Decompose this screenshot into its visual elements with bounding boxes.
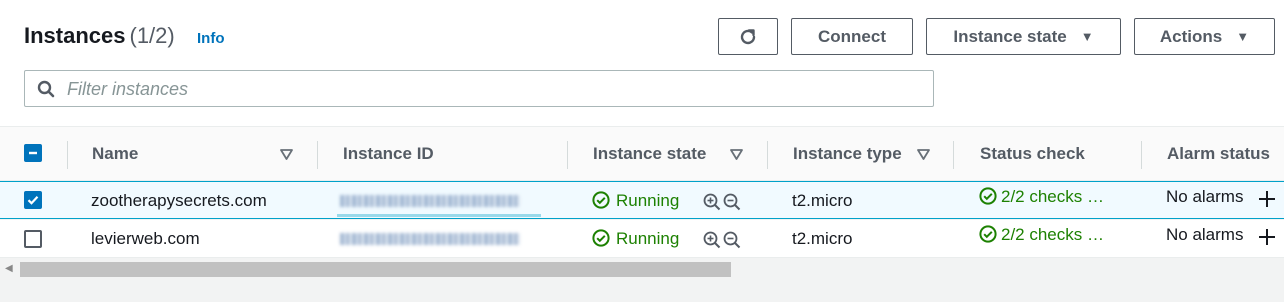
instance-type: t2.micro — [792, 191, 853, 210]
status-success-icon — [979, 187, 997, 205]
zoom-out-icon[interactable] — [723, 231, 741, 249]
caret-down-icon: ▼ — [1236, 29, 1250, 44]
instance-state: Running — [592, 191, 679, 211]
connect-label: Connect — [818, 26, 886, 46]
alarm-status: No alarms — [1166, 187, 1244, 206]
status-success-icon — [979, 225, 997, 243]
instance-id-underline — [337, 214, 541, 217]
status-check[interactable]: 2/2 checks … — [979, 225, 1104, 245]
column-header-instance-type[interactable]: Instance type — [793, 144, 902, 164]
refresh-button[interactable] — [718, 18, 778, 55]
zoom-in-icon[interactable] — [703, 231, 721, 249]
actions-dropdown[interactable]: Actions ▼ — [1134, 18, 1275, 55]
instance-state-label: Instance state — [953, 26, 1067, 46]
sort-icon[interactable] — [730, 149, 743, 160]
info-link[interactable]: Info — [197, 30, 225, 47]
add-alarm-icon[interactable] — [1258, 190, 1276, 208]
sort-icon[interactable] — [280, 149, 293, 160]
page-title: Instances (1/2) — [24, 23, 175, 49]
status-check[interactable]: 2/2 checks … — [979, 187, 1104, 207]
table-row[interactable]: zootherapysecrets.com Running t2.micro 2… — [0, 181, 1284, 219]
row-checkbox[interactable] — [24, 230, 42, 248]
check-icon — [27, 195, 39, 205]
column-header-status-check[interactable]: Status check — [980, 144, 1085, 164]
column-header-name[interactable]: Name — [92, 144, 138, 164]
instance-type: t2.micro — [792, 229, 853, 248]
add-alarm-icon[interactable] — [1258, 228, 1276, 246]
minus-icon — [29, 151, 37, 155]
zoom-in-icon[interactable] — [703, 193, 721, 211]
sort-icon[interactable] — [917, 149, 930, 160]
status-success-icon — [592, 229, 610, 247]
column-separator — [67, 141, 68, 169]
filter-search-box[interactable] — [24, 70, 934, 107]
instance-state-text: Running — [616, 191, 680, 210]
selection-count: (1/2) — [129, 23, 175, 48]
column-separator — [567, 141, 568, 169]
scroll-left-arrow-icon[interactable]: ◀ — [5, 263, 13, 274]
actions-label: Actions — [1159, 26, 1223, 46]
column-separator — [767, 141, 768, 169]
filter-instances-input[interactable] — [67, 77, 907, 101]
column-separator — [953, 141, 954, 169]
status-success-icon — [592, 191, 610, 209]
table-header: Name Instance ID Instance state Instance… — [0, 126, 1284, 181]
instance-id-redacted[interactable] — [340, 233, 520, 245]
title-text: Instances — [24, 23, 126, 48]
column-header-instance-state[interactable]: Instance state — [593, 144, 706, 164]
row-checkbox[interactable] — [24, 191, 42, 209]
status-check-text: 2/2 checks … — [1001, 225, 1104, 244]
column-separator — [1141, 141, 1142, 169]
table-row[interactable]: levierweb.com Running t2.micro 2/2 check… — [0, 220, 1284, 258]
instance-state-text: Running — [616, 229, 680, 248]
alarm-status: No alarms — [1166, 225, 1244, 244]
instance-name[interactable]: zootherapysecrets.com — [91, 191, 267, 211]
column-header-instance-id[interactable]: Instance ID — [343, 144, 434, 164]
instance-name[interactable]: levierweb.com — [91, 229, 200, 249]
zoom-out-icon[interactable] — [723, 193, 741, 211]
instance-state: Running — [592, 229, 679, 249]
select-all-checkbox[interactable] — [24, 144, 42, 162]
horizontal-scroll-thumb[interactable] — [20, 262, 731, 277]
refresh-icon — [740, 28, 756, 44]
caret-down-icon: ▼ — [1080, 29, 1094, 44]
instances-header-panel: Instances (1/2) Info Connect Instance sta… — [0, 0, 1284, 126]
status-check-text: 2/2 checks … — [1001, 187, 1104, 206]
instance-id-redacted[interactable] — [340, 195, 520, 207]
search-icon — [37, 80, 55, 98]
instance-state-dropdown[interactable]: Instance state ▼ — [926, 18, 1121, 55]
connect-button[interactable]: Connect — [791, 18, 913, 55]
column-separator — [317, 141, 318, 169]
column-header-alarm-status[interactable]: Alarm status — [1167, 144, 1270, 164]
